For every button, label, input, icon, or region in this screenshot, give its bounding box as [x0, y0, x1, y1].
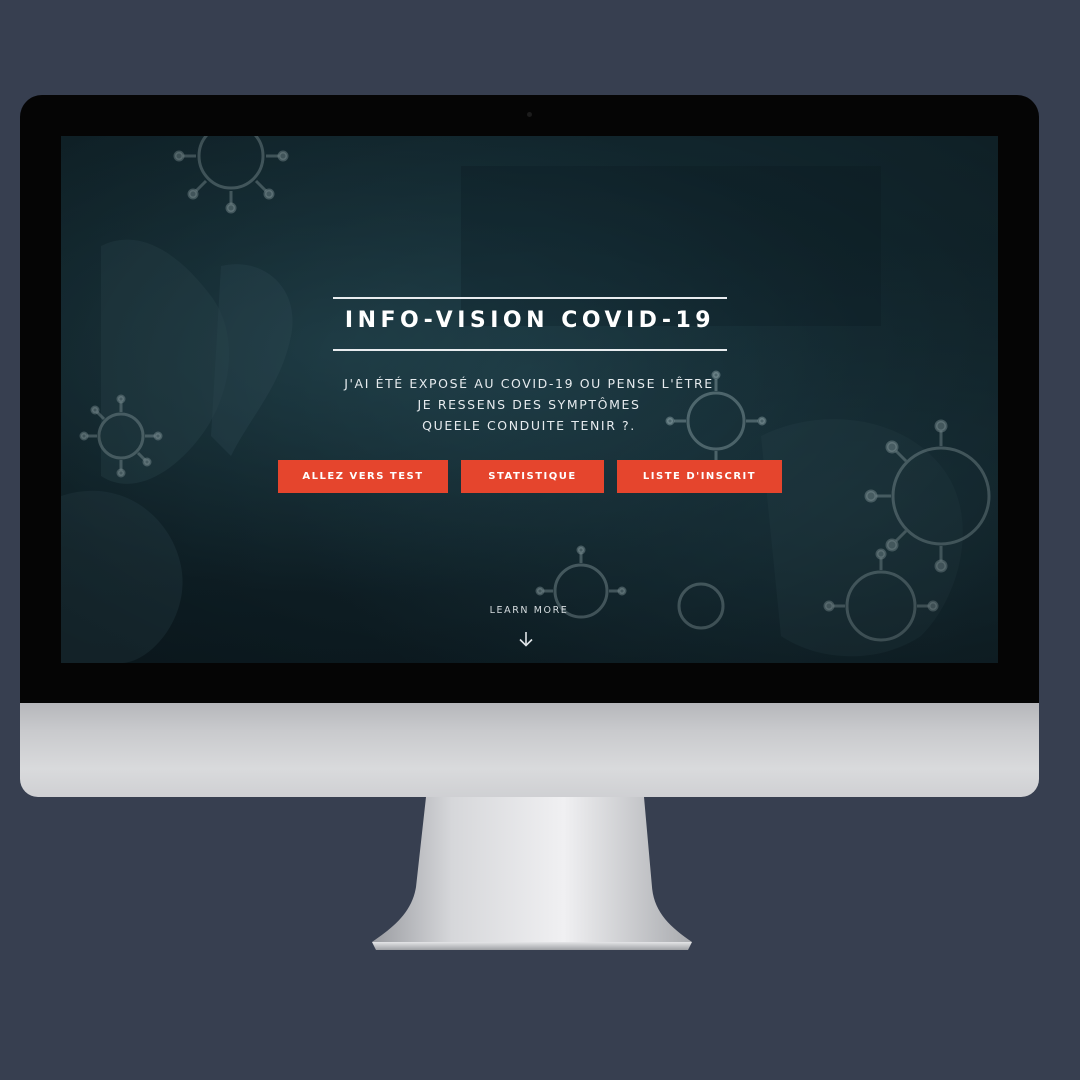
- hero-section: INFO-VISION COVID-19 J'AI ÉTÉ EXPOSÉ AU …: [61, 136, 998, 663]
- camera-icon: [527, 112, 532, 117]
- website-screen: INFO-VISION COVID-19 J'AI ÉTÉ EXPOSÉ AU …: [61, 136, 998, 663]
- page-title: INFO-VISION COVID-19: [344, 308, 716, 333]
- arrow-down-icon[interactable]: [517, 630, 535, 648]
- monitor-chin: [20, 703, 1039, 797]
- hero-subtitle-line-2: JE RESSENS DES SYMPTÔMES: [417, 397, 641, 412]
- registered-list-button[interactable]: LISTE D'INSCRIT: [617, 460, 782, 493]
- hero-subtitle-line-3: QUEELE CONDUITE TENIR ?.: [422, 418, 636, 433]
- hero-subtitle-line-1: J'AI ÉTÉ EXPOSÉ AU COVID-19 OU PENSE L'Ê…: [344, 376, 714, 391]
- monitor-stand: [372, 797, 692, 950]
- learn-more-link[interactable]: LEARN MORE: [429, 605, 629, 616]
- title-top-rule: [333, 297, 727, 299]
- title-bottom-rule: [333, 349, 727, 351]
- go-to-test-button[interactable]: ALLEZ VERS TEST: [278, 460, 448, 493]
- statistics-button[interactable]: STATISTIQUE: [461, 460, 604, 493]
